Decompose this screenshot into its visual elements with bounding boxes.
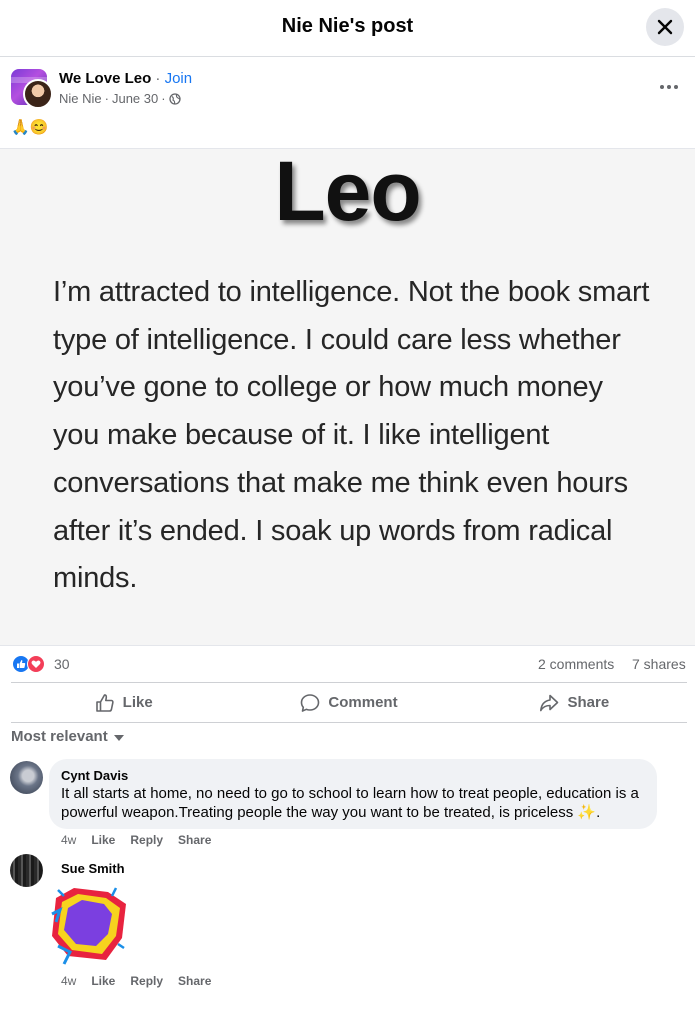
post-meta: Nie Nie · June 30 · (59, 91, 181, 106)
group-name[interactable]: We Love Leo (59, 70, 151, 87)
image-title: Leo (274, 148, 421, 238)
dialog-title: Nie Nie's post (281, 15, 414, 37)
post-actions: Like Comment Share (11, 682, 687, 723)
share-button[interactable]: Share (462, 683, 687, 722)
comment-bubble: Cynt Davis It all starts at home, no nee… (49, 759, 657, 829)
comment-actions: 4w Like Reply Share (61, 833, 211, 847)
comment-reply-button[interactable]: Reply (130, 833, 163, 847)
like-button[interactable]: Like (11, 683, 236, 722)
comment-time[interactable]: 4w (61, 974, 76, 988)
commenter-name[interactable]: Sue Smith (61, 861, 125, 876)
love-reaction-icon (27, 655, 45, 673)
meta-separator: · (161, 91, 166, 106)
join-link[interactable]: Join (165, 70, 193, 87)
close-icon (657, 19, 673, 35)
comment-text: It all starts at home, no need to go to … (61, 785, 639, 821)
image-body-text: I’m attracted to intelligence. Not the b… (53, 276, 650, 595)
comment-actions: 4w Like Reply Share (61, 974, 211, 988)
post-header: We Love Leo · Join Nie Nie · June 30 · 🙏… (0, 57, 695, 149)
share-label: Share (567, 694, 610, 711)
thumbs-up-icon (95, 693, 114, 712)
author-name[interactable]: Nie Nie (59, 91, 102, 106)
comment-sort-dropdown[interactable]: Most relevant (11, 728, 124, 745)
post-image[interactable]: Leo I’m attracted to intelligence. Not t… (0, 148, 695, 646)
share-icon (540, 694, 559, 711)
comment-icon (301, 693, 320, 712)
say-it-loud-sticker[interactable] (50, 886, 130, 966)
separator: · (151, 70, 165, 87)
post-stats: 30 2 comments 7 shares (0, 646, 695, 682)
more-options-button[interactable] (652, 75, 686, 99)
post-date[interactable]: June 30 (112, 91, 158, 106)
comment-share-button[interactable]: Share (178, 833, 211, 847)
post-dialog-header: Nie Nie's post (0, 0, 695, 57)
author-avatar[interactable] (23, 79, 53, 109)
comment-share-button[interactable]: Share (178, 974, 211, 988)
like-label: Like (122, 694, 153, 711)
comment-like-button[interactable]: Like (91, 974, 115, 988)
comment-button[interactable]: Comment (236, 683, 461, 722)
share-count[interactable]: 7 shares (632, 656, 686, 672)
reaction-count[interactable]: 30 (54, 656, 70, 672)
chevron-down-icon (113, 734, 124, 741)
group-line: We Love Leo · Join (59, 70, 192, 87)
post-text: 🙏😊 (11, 119, 49, 136)
sort-label: Most relevant (11, 728, 108, 745)
comment-time[interactable]: 4w (61, 833, 76, 847)
comment-reply-button[interactable]: Reply (130, 974, 163, 988)
comment-label: Comment (328, 694, 398, 711)
reactions[interactable] (12, 655, 52, 673)
comment-count[interactable]: 2 comments (538, 656, 614, 672)
globe-icon (168, 92, 181, 105)
meta-separator: · (104, 91, 109, 106)
comment-like-button[interactable]: Like (91, 833, 115, 847)
commenter-avatar[interactable] (10, 761, 43, 794)
close-button[interactable] (646, 8, 684, 46)
commenter-name[interactable]: Cynt Davis (61, 768, 645, 784)
commenter-avatar[interactable] (10, 854, 43, 887)
